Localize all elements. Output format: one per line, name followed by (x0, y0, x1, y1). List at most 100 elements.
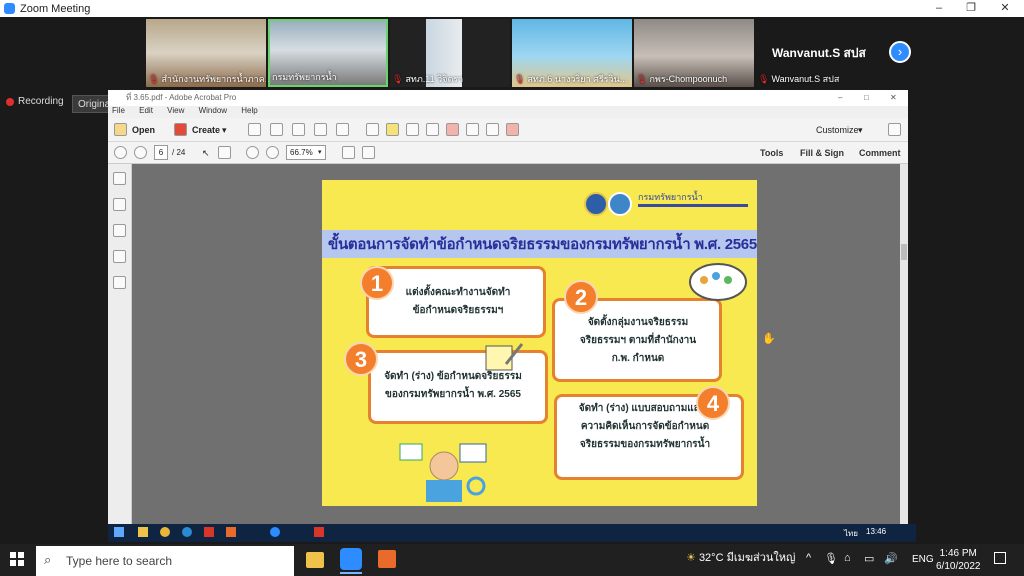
zoom-app-icon[interactable] (340, 548, 362, 570)
notifications-icon[interactable] (994, 552, 1006, 564)
hand-tool-icon[interactable] (218, 146, 231, 159)
comment-icon[interactable] (386, 123, 399, 136)
next-page-icon[interactable] (134, 146, 147, 159)
agency-logo-text: กรมทรัพยากรน้ำ (638, 192, 703, 202)
acrobat-minimize-button[interactable]: – (838, 90, 842, 106)
clock-time: 1:46 PM (939, 548, 977, 559)
page-thumbnails-icon[interactable] (113, 172, 126, 185)
minimize-button[interactable]: – (922, 0, 956, 17)
active-app-indicator (340, 572, 362, 574)
mic-muted-icon: 🎙 (148, 74, 160, 84)
document-view[interactable]: กรมทรัพยากรน้ำ ขั้นตอนการจัดทำข้อกำหนดจร… (132, 164, 900, 524)
recording-indicator[interactable]: Recording (6, 96, 64, 107)
powerpoint-app-icon[interactable] (378, 550, 396, 568)
attach-icon[interactable] (466, 123, 479, 136)
zoom-out-icon[interactable] (246, 146, 259, 159)
remote-clock: 13:46 (866, 527, 887, 536)
create-button[interactable]: Create (192, 122, 220, 138)
menu-file[interactable]: File (112, 106, 125, 115)
zoom-titlebar: Zoom Meeting – ❐ ✕ (0, 0, 1024, 17)
menu-view[interactable]: View (167, 106, 184, 115)
tools-tab[interactable]: Tools (760, 145, 783, 161)
participant-tile[interactable]: Wanvanut.S สปส 🎙 Wanvanut.S สปส (756, 19, 884, 87)
remote-taskbar: ไทย 13:46 (108, 524, 916, 542)
fill-sign-tab[interactable]: Fill & Sign (800, 145, 844, 161)
email-icon[interactable] (336, 123, 349, 136)
share-icon[interactable] (506, 123, 519, 136)
mic-muted-icon: 🎙 (758, 74, 770, 84)
select-tool-icon[interactable]: ↖ (202, 145, 210, 161)
customize-button[interactable]: Customize (816, 122, 859, 138)
save-icon[interactable] (248, 123, 261, 136)
volume-icon[interactable]: 🔊 (884, 552, 898, 565)
acrobat-window: ที่ 3.65.pdf - Adobe Acrobat Pro – □ ✕ F… (108, 90, 908, 524)
close-button[interactable]: ✕ (988, 0, 1022, 17)
remote-pdf-icon (314, 527, 324, 537)
taskbar-search-input[interactable]: Type here to search (36, 546, 294, 576)
acrobat-menubar: File Edit View Window Help (108, 106, 908, 116)
zoom-in-icon[interactable] (266, 146, 279, 159)
tray-chevron-icon[interactable]: ^ (806, 552, 811, 564)
scroll-thumb[interactable] (901, 244, 907, 260)
zoom-dropdown-icon[interactable]: ▾ (318, 145, 322, 161)
step-2-number: 2 (564, 280, 598, 314)
signatures-icon[interactable] (113, 276, 126, 289)
upload-icon[interactable] (270, 123, 283, 136)
participant-tile[interactable]: 🎙 สำนักงานทรัพยากรน้ำภาค... (146, 19, 266, 87)
bookmarks-icon[interactable] (113, 198, 126, 211)
open-button[interactable]: Open (132, 122, 155, 138)
create-dropdown-icon[interactable]: ▾ (222, 122, 227, 138)
vertical-scrollbar[interactable] (900, 164, 908, 524)
menu-window[interactable]: Window (199, 106, 227, 115)
participant-tile[interactable]: 🎙 สทภ.11 วิจิตรา (390, 19, 510, 87)
step-2-text: จัดตั้งกลุ่มงานจริยธรรม จริยธรรมฯ ตามที่… (579, 317, 697, 364)
document-pen-icon (485, 343, 524, 371)
sign-icon[interactable] (486, 123, 499, 136)
participant-name: สำนักงานทรัพยากรน้ำภาค... (161, 74, 266, 84)
layers-icon[interactable] (113, 250, 126, 263)
mic-muted-icon: 🎙 (392, 74, 404, 84)
acrobat-maximize-button[interactable]: □ (864, 90, 869, 106)
acrobat-navbar: 6 / 24 ↖ 66.7% ▾ Tools Fill & Sign Comme… (108, 142, 908, 164)
full-screen-icon[interactable] (362, 146, 375, 159)
restore-button[interactable]: ❐ (954, 0, 988, 17)
attachments-icon[interactable] (113, 224, 126, 237)
next-page-button[interactable]: › (889, 41, 911, 63)
display-icon[interactable]: ▭ (864, 552, 874, 565)
page-number-input[interactable]: 6 (154, 145, 168, 160)
search-icon: ⌕ (44, 552, 52, 567)
weather-widget[interactable]: ☀ 32°C มีเมฆส่วนใหญ่ (686, 548, 795, 566)
participant-tile[interactable]: 🎙 สทภ.6 นางวริยา ศรีรวิน... (512, 19, 632, 87)
comment-tab[interactable]: Comment (859, 145, 901, 161)
agency-seal-icon (584, 192, 632, 216)
create-pdf-icon (174, 123, 187, 136)
microphone-icon[interactable]: 🎙 (824, 552, 838, 565)
menu-help[interactable]: Help (241, 106, 257, 115)
edit-icon[interactable] (314, 123, 327, 136)
file-explorer-icon[interactable] (306, 552, 324, 568)
highlight-icon[interactable] (406, 123, 419, 136)
taskbar-clock[interactable]: 1:46 PM 6/10/2022 (936, 547, 981, 573)
remote-app-icon (226, 527, 236, 537)
participant-tile[interactable]: 🎙 กพร-Chompoonuch (634, 19, 754, 87)
settings-icon[interactable] (366, 123, 379, 136)
prev-page-icon[interactable] (114, 146, 127, 159)
language-indicator[interactable]: ENG (912, 554, 934, 565)
customize-dropdown-icon[interactable]: ▾ (858, 122, 863, 138)
page-total: / 24 (172, 148, 186, 157)
acrobat-close-button[interactable]: ✕ (890, 90, 897, 106)
stamp-icon[interactable] (426, 123, 439, 136)
print-icon[interactable] (292, 123, 305, 136)
windows-start-icon[interactable] (10, 552, 24, 566)
clock-date: 6/10/2022 (936, 561, 981, 572)
delete-icon[interactable] (446, 123, 459, 136)
step-1-text: แต่งตั้งคณะทำงานจัดทำ ข้อกำหนดจริยธรรมฯ (405, 287, 511, 316)
zoom-logo-icon (4, 3, 15, 14)
fit-page-icon[interactable] (342, 146, 355, 159)
expand-icon[interactable] (888, 123, 901, 136)
network-icon[interactable]: ⌂ (844, 552, 851, 564)
menu-edit[interactable]: Edit (139, 106, 153, 115)
mic-muted-icon: 🎙 (636, 74, 648, 84)
pdf-page: กรมทรัพยากรน้ำ ขั้นตอนการจัดทำข้อกำหนดจร… (322, 180, 757, 506)
participant-tile-active[interactable]: กรมทรัพยากรน้ำ (268, 19, 388, 87)
